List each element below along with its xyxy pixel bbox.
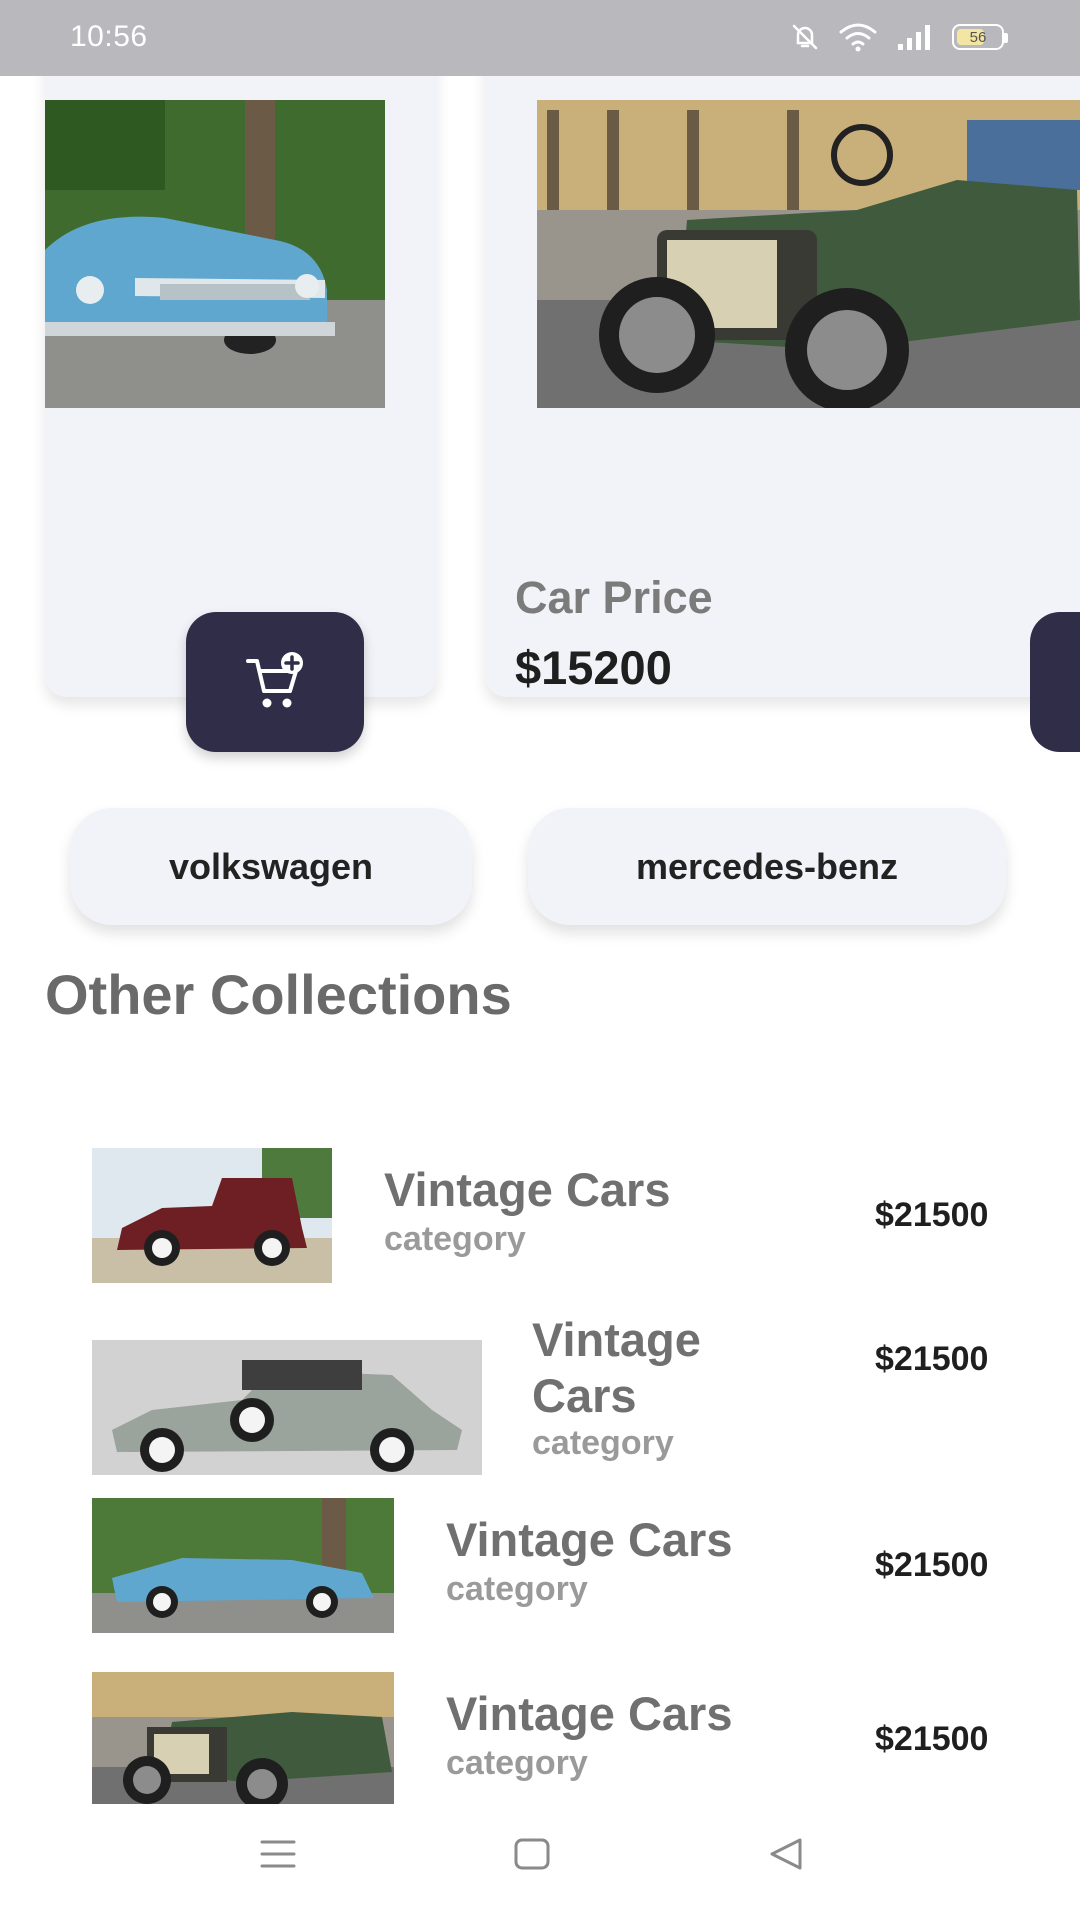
collection-item-category: category bbox=[446, 1570, 588, 1608]
battery-icon: 56 bbox=[952, 24, 1008, 50]
status-bar: 10:56 56 bbox=[0, 0, 1080, 76]
collection-item-price: $21500 bbox=[875, 1196, 989, 1234]
brand-chip-volkswagen[interactable]: volkswagen bbox=[70, 808, 472, 925]
status-time: 10:56 bbox=[70, 20, 148, 53]
collection-item-category: category bbox=[384, 1220, 526, 1258]
car-photo-blue-convertible bbox=[45, 100, 385, 408]
collection-item-price: $21500 bbox=[875, 1546, 989, 1584]
collection-item-title: Vintage Cars bbox=[532, 1313, 701, 1422]
screen: Car Price $15200 volkswagen mercedes-ben… bbox=[0, 0, 1080, 1920]
home-icon[interactable] bbox=[512, 1834, 552, 1874]
collection-item-price: $21500 bbox=[875, 1720, 989, 1758]
brand-chip-mercedes-benz[interactable]: mercedes-benz bbox=[528, 808, 1006, 925]
add-to-cart-button[interactable] bbox=[186, 612, 364, 752]
navigation-bar bbox=[0, 1804, 1080, 1920]
signal-icon bbox=[898, 25, 930, 50]
collection-item-category: category bbox=[532, 1424, 674, 1462]
collection-item-title: Vintage Cars bbox=[384, 1163, 671, 1216]
collection-thumb-grey-convertible[interactable] bbox=[92, 1340, 482, 1475]
collection-item-title: Vintage Cars bbox=[446, 1513, 733, 1566]
status-icons: 56 bbox=[790, 22, 1008, 52]
back-icon[interactable] bbox=[766, 1834, 806, 1874]
add-to-cart-button-next[interactable] bbox=[1030, 612, 1080, 752]
collection-thumb-blue-convertible[interactable] bbox=[92, 1498, 394, 1633]
collection-item-category: category bbox=[446, 1744, 588, 1782]
car-price-label: Car Price bbox=[515, 572, 713, 623]
collection-thumb-maroon-car[interactable] bbox=[92, 1148, 332, 1283]
collection-thumb-green-roadster[interactable] bbox=[92, 1672, 394, 1807]
cart-add-icon bbox=[246, 652, 303, 708]
collection-item-title: Vintage Cars bbox=[446, 1687, 733, 1740]
mute-bell-icon bbox=[792, 24, 818, 50]
menu-icon[interactable] bbox=[258, 1834, 298, 1874]
wifi-icon bbox=[839, 23, 877, 52]
car-photo-green-roadster bbox=[537, 100, 1080, 408]
collection-item-price: $21500 bbox=[875, 1340, 989, 1378]
section-title: Other Collections bbox=[45, 963, 512, 1026]
battery-percent: 56 bbox=[969, 28, 987, 46]
car-price-value: $15200 bbox=[515, 641, 672, 694]
